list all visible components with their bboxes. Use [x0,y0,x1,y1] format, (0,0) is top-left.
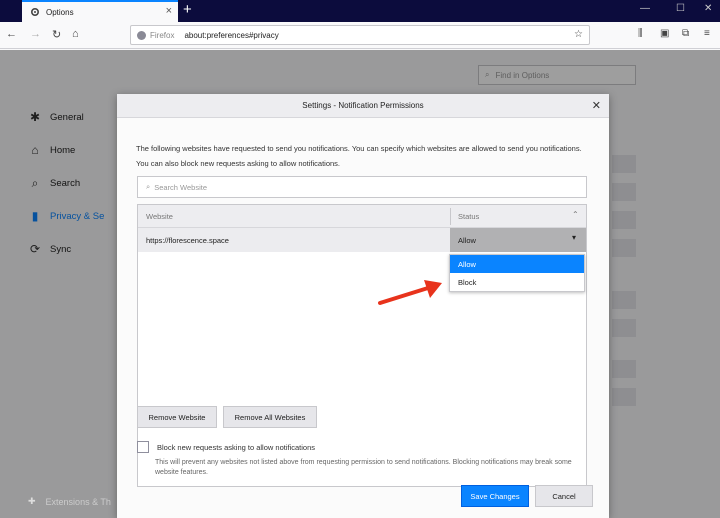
forward-icon[interactable]: → [30,28,41,40]
puzzle-icon: ✚ [28,496,36,506]
block-requests-row: Block new requests asking to allow notif… [137,441,315,453]
column-status[interactable]: Status [458,212,479,221]
dialog-title: Settings - Notification Permissions [302,101,424,110]
minimize-icon[interactable]: — [640,3,650,14]
home-icon[interactable]: ⌂ [72,28,79,40]
table-row[interactable]: https://florescence.space Allow ▾ [138,228,586,252]
status-options-list: Allow Block [449,254,585,292]
status-value: Allow [458,235,476,245]
url-identity: Firefox [150,30,175,40]
annotation-arrow-icon [378,280,442,305]
reload-icon[interactable]: ↻ [52,28,61,41]
dialog-description: The following websites have requested to… [136,144,582,168]
block-requests-help: This will prevent any websites not liste… [155,459,572,476]
tab-title: Options [46,7,74,17]
block-requests-checkbox[interactable] [137,441,149,453]
navigation-toolbar: ← → ↻ ⌂ Firefox about:preferences#privac… [0,22,720,49]
screenshot-icon[interactable]: ⧉ [682,28,689,39]
row-website: https://florescence.space [146,236,229,245]
status-dropdown[interactable]: Allow ▾ [450,228,586,252]
sort-arrow-icon[interactable]: ⌃ [572,210,579,219]
url-bar[interactable]: Firefox about:preferences#privacy ☆ [130,25,590,45]
search-placeholder: Search Website [154,182,208,192]
library-icon[interactable]: ⫼ [638,28,643,39]
gear-icon [30,7,40,17]
option-block[interactable]: Block [450,273,584,291]
cancel-button[interactable]: Cancel [535,485,593,507]
table-header: Website Status ⌃ [138,205,586,228]
new-tab-button[interactable]: + [183,1,192,19]
option-allow[interactable]: Allow [450,255,584,273]
chevron-down-icon: ▾ [571,233,576,242]
menu-icon[interactable]: ≡ [704,28,710,39]
sidebar-item-extensions[interactable]: ✚ Extensions & Th [28,496,111,507]
remove-all-websites-button[interactable]: Remove All Websites [223,406,317,428]
save-changes-button[interactable]: Save Changes [461,485,529,507]
sidebar-item-label: Extensions & Th [45,496,111,507]
dialog-header: Settings - Notification Permissions ✕ [117,94,609,118]
tab-options[interactable]: Options × [22,0,178,22]
sidebar-icon[interactable]: ▣ [660,28,669,39]
url-text: about:preferences#privacy [184,30,279,40]
bookmark-star-icon[interactable]: ☆ [574,29,583,40]
notification-permissions-dialog: Settings - Notification Permissions ✕ Th… [117,94,609,518]
search-website-input[interactable]: ⌕ Search Website [137,176,587,198]
search-icon: ⌕ [146,182,151,191]
maximize-icon[interactable]: ☐ [676,3,685,14]
tab-bar: Options × + — ☐ ✕ [0,0,720,22]
block-requests-label[interactable]: Block new requests asking to allow notif… [157,443,315,452]
back-icon[interactable]: ← [6,28,17,40]
firefox-icon [137,30,146,40]
window-close-icon[interactable]: ✕ [704,3,712,14]
close-tab-icon[interactable]: × [166,5,172,17]
column-divider [450,208,451,225]
remove-website-button[interactable]: Remove Website [137,406,217,428]
close-icon[interactable]: ✕ [592,99,601,112]
column-website[interactable]: Website [146,212,173,221]
